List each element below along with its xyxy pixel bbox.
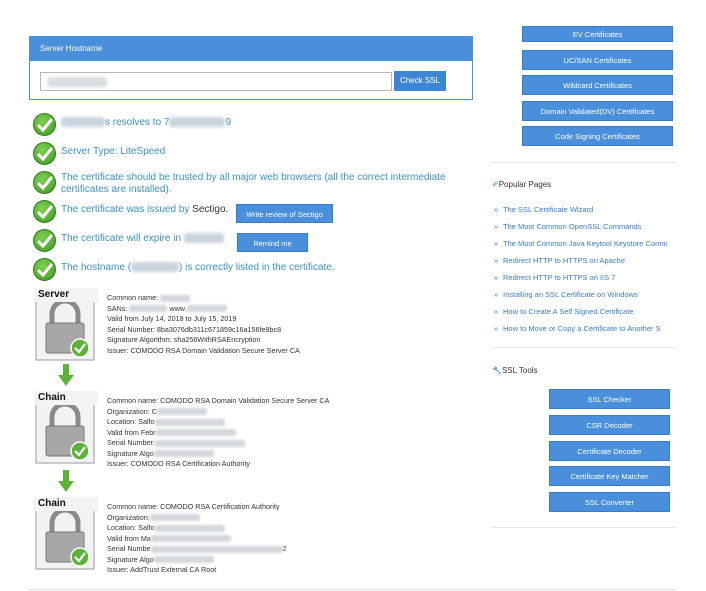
chain2-lock-icon: Chain bbox=[34, 497, 98, 577]
chain1-sig: Signature Algo bbox=[107, 448, 154, 458]
popular-link[interactable]: » Installing an SSL Certificate on Window… bbox=[494, 290, 676, 299]
trusted-text: The certificate should be trusted by all… bbox=[61, 172, 446, 195]
chain2-badge-label: Chain bbox=[34, 497, 98, 511]
server-valid-key: Valid bbox=[107, 314, 123, 323]
chevron-right-icon: » bbox=[494, 205, 499, 214]
check-icon bbox=[33, 171, 56, 194]
chevron-right-icon: » bbox=[494, 256, 499, 265]
arrow-down-icon bbox=[58, 470, 74, 492]
bottom-divider bbox=[29, 589, 676, 590]
check-icon bbox=[33, 142, 56, 165]
arrow-down-icon bbox=[58, 364, 74, 386]
sidebar-ev-certificates-button[interactable]: EV Certificates bbox=[522, 26, 673, 42]
server-issuer-key: Issuer: bbox=[107, 345, 129, 355]
popular-link[interactable]: » Redirect HTTP to HTTPS on Apache bbox=[494, 256, 676, 265]
chain2-common-name: Common name: COMODO RSA Certification Au… bbox=[107, 502, 280, 511]
sidebar-divider bbox=[491, 527, 676, 528]
server-sig: sha256WithRSAEncryption bbox=[171, 335, 261, 344]
chain1-valid: Valid from Febr bbox=[107, 427, 156, 437]
popular-link[interactable]: » Redirect HTTP to HTTPS on IIS 7 bbox=[494, 273, 676, 282]
chain1-org: Organization: C bbox=[107, 406, 157, 416]
pin-icon: ✐ bbox=[492, 180, 499, 189]
popular-pages-title: ✐Popular Pages bbox=[492, 180, 552, 189]
chevron-right-icon: » bbox=[494, 222, 499, 231]
sidebar-wildcard-button[interactable]: Wildcard Certificates bbox=[522, 75, 673, 95]
hostname-input[interactable] bbox=[40, 72, 392, 91]
chain2-cert-details: Common name: COMODO RSA Certification Au… bbox=[107, 502, 287, 576]
sidebar-code-signing-button[interactable]: Code Signing Certificates bbox=[522, 126, 673, 146]
chain1-issuer: Issuer: COMODO RSA Certification Authori… bbox=[107, 459, 250, 468]
check-icon bbox=[33, 113, 56, 136]
server-serial: 8ba3076db311c671859c16a156fe9bc8 bbox=[154, 324, 282, 334]
chain2-issuer: Issuer: AddTrust External CA Root bbox=[107, 565, 217, 574]
resolves-suffix: 9 bbox=[225, 117, 232, 128]
chain2-serial: Serial Numbe bbox=[107, 544, 151, 553]
chevron-right-icon: » bbox=[494, 273, 499, 282]
sidebar-dv-button[interactable]: Domain Validated(DV) Certificates bbox=[522, 101, 673, 121]
issued-suffix: . bbox=[225, 204, 229, 215]
popular-link[interactable]: » The SSL Certificate Wizard bbox=[494, 205, 676, 214]
check-ssl-button[interactable]: Check SSL bbox=[394, 71, 446, 91]
server-sans: SANs: bbox=[107, 303, 128, 313]
certificate-key-matcher-button[interactable]: Certificate Key Matcher bbox=[549, 466, 670, 486]
chevron-right-icon: » bbox=[494, 239, 499, 248]
resolves-text: s resolves to 7 bbox=[105, 117, 170, 128]
issuer-name: Sectigo bbox=[192, 204, 226, 215]
popular-link[interactable]: » The Most Common Java Keytool Keystore C… bbox=[494, 239, 676, 248]
remind-me-button[interactable]: Remind me bbox=[237, 233, 308, 252]
chain2-sig: Signature Algo bbox=[107, 554, 154, 564]
server-lock-icon: Server bbox=[34, 288, 98, 368]
expire-text: The certificate will expire in bbox=[61, 233, 182, 244]
chain2-location: Location: Salfo bbox=[107, 523, 155, 532]
server-issuer: COMODO RSA Domain Validation Secure Serv… bbox=[128, 345, 300, 355]
ssl-tools-title: 🔧SSL Tools bbox=[492, 366, 538, 375]
check-icon bbox=[33, 229, 56, 252]
popular-link[interactable]: » How to Move or Copy a Certificate to An… bbox=[494, 324, 676, 333]
certificate-decoder-button[interactable]: Certificate Decoder bbox=[549, 441, 670, 461]
sidebar-divider bbox=[491, 347, 676, 348]
server-sans-tail: www. bbox=[169, 303, 187, 313]
check-icon bbox=[33, 258, 56, 281]
hostname-panel-title: Server Hostname bbox=[30, 37, 472, 61]
chevron-right-icon: » bbox=[494, 324, 499, 333]
chain1-cert-details: Common name: COMODO RSA Domain Validatio… bbox=[107, 396, 329, 470]
chain1-badge-label: Chain bbox=[34, 391, 98, 405]
chevron-right-icon: » bbox=[494, 307, 499, 316]
popular-link[interactable]: » How to Create A Self Signed Certificate bbox=[494, 307, 676, 316]
hostname-panel: Server Hostname Check SSL bbox=[29, 36, 473, 100]
ssl-checker-button[interactable]: SSL Checker bbox=[549, 389, 670, 409]
popular-link[interactable]: » The Most Common OpenSSL Commands bbox=[494, 222, 676, 231]
server-sig-key: Signature Algorithm: bbox=[107, 335, 172, 344]
write-review-button[interactable]: Write review of Sectigo bbox=[236, 204, 333, 223]
csr-decoder-button[interactable]: CSR Decoder bbox=[549, 415, 670, 435]
chain1-common-name: Common name: COMODO RSA Domain Validatio… bbox=[107, 396, 330, 405]
sidebar-divider bbox=[491, 162, 676, 163]
chain1-lock-icon: Chain bbox=[34, 391, 98, 471]
sidebar-uc-san-button[interactable]: UC/SAN Certificates bbox=[522, 50, 673, 70]
ssl-converter-button[interactable]: SSL Converter bbox=[549, 492, 670, 512]
chain2-serial-tail: 2 bbox=[282, 544, 287, 553]
server-valid: from July 14, 2018 to July 15, 2019 bbox=[122, 314, 237, 323]
server-common-name: Common name: bbox=[107, 293, 159, 302]
check-icon bbox=[33, 200, 56, 223]
wrench-icon: 🔧 bbox=[492, 366, 502, 375]
chevron-right-icon: » bbox=[494, 290, 499, 299]
server-badge-label: Server bbox=[34, 288, 98, 302]
server-serial-key: Serial Number: bbox=[107, 324, 155, 334]
chain1-location: Location: Salfo bbox=[107, 417, 155, 426]
chain2-valid: Valid from Ma bbox=[107, 533, 151, 543]
chain2-org: Organization: bbox=[107, 512, 150, 522]
server-cert-details: Common name: SANs: www. Valid from July … bbox=[107, 293, 300, 356]
server-type-text: Server Type: LiteSpeed bbox=[61, 146, 166, 157]
hostname-suffix: ) is correctly listed in the certificate… bbox=[179, 262, 335, 273]
issued-prefix: The certificate was issued by bbox=[61, 204, 193, 215]
chain1-serial: Serial Number: bbox=[107, 438, 155, 447]
hostname-prefix: The hostname ( bbox=[61, 262, 132, 273]
